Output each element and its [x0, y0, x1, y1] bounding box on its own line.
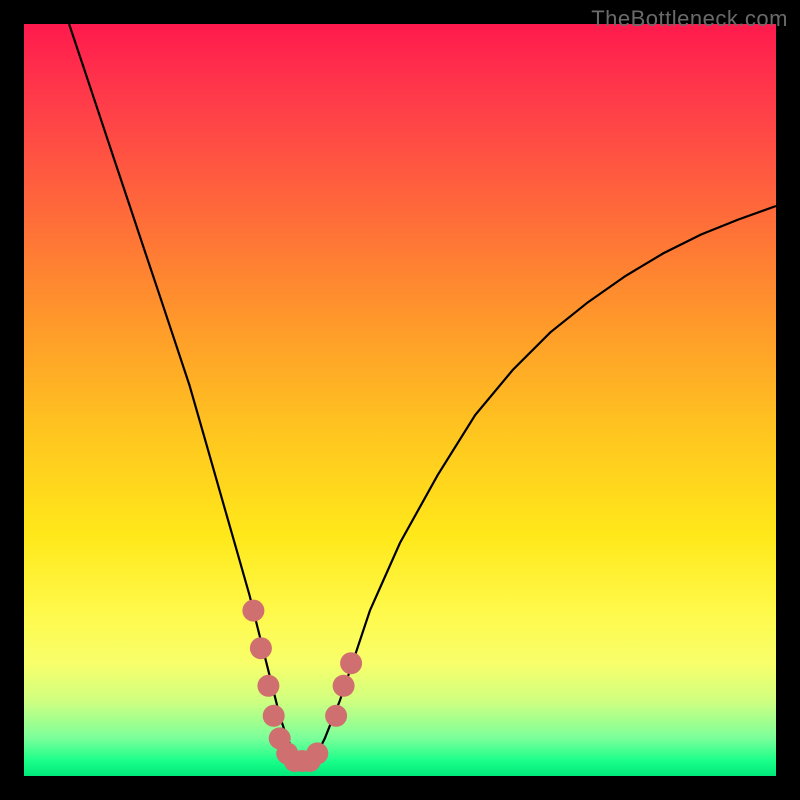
highlight-dot [306, 742, 328, 764]
highlight-dot [257, 675, 279, 697]
highlight-dot [325, 705, 347, 727]
highlight-dot [340, 652, 362, 674]
highlight-dot [250, 637, 272, 659]
highlight-dot [333, 675, 355, 697]
highlight-dot [263, 705, 285, 727]
bottleneck-curve-svg [24, 24, 776, 776]
watermark-text: TheBottleneck.com [591, 6, 788, 32]
bottleneck-curve-path [69, 24, 776, 761]
highlight-marker-group [242, 600, 362, 772]
chart-plot-area [24, 24, 776, 776]
highlight-dot [242, 600, 264, 622]
